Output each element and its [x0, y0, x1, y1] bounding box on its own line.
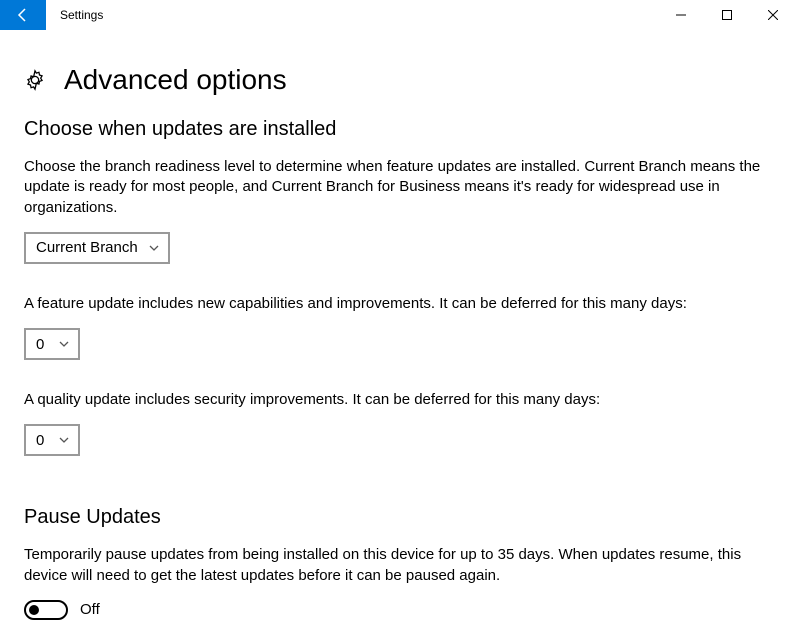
page-header: Advanced options	[24, 50, 772, 118]
maximize-icon	[722, 10, 732, 20]
chevron-down-icon	[58, 338, 70, 350]
content: Advanced options Choose when updates are…	[0, 30, 796, 620]
quality-days-value: 0	[36, 432, 48, 449]
section-pause: Pause Updates Temporarily pause updates …	[24, 506, 772, 620]
chevron-down-icon	[58, 434, 70, 446]
quality-defer-description: A quality update includes security impro…	[24, 390, 764, 410]
pause-toggle[interactable]	[24, 600, 68, 620]
chevron-down-icon	[148, 242, 160, 254]
pause-toggle-row: Off	[24, 600, 772, 620]
section-heading-pause: Pause Updates	[24, 506, 772, 529]
feature-defer-description: A feature update includes new capabiliti…	[24, 294, 764, 314]
feature-days-dropdown[interactable]: 0	[24, 328, 80, 360]
feature-days-value: 0	[36, 336, 48, 353]
gear-icon	[24, 69, 46, 91]
toggle-knob	[29, 605, 39, 615]
maximize-button[interactable]	[704, 0, 750, 30]
branch-dropdown-value: Current Branch	[36, 239, 138, 256]
close-icon	[768, 10, 778, 20]
section-heading-choose: Choose when updates are installed	[24, 118, 772, 141]
close-button[interactable]	[750, 0, 796, 30]
page-title: Advanced options	[64, 64, 287, 96]
minimize-button[interactable]	[658, 0, 704, 30]
titlebar: Settings	[0, 0, 796, 30]
branch-dropdown[interactable]: Current Branch	[24, 232, 170, 264]
pause-description: Temporarily pause updates from being ins…	[24, 545, 764, 586]
window-title: Settings	[46, 0, 103, 30]
branch-description: Choose the branch readiness level to det…	[24, 157, 764, 218]
minimize-icon	[676, 10, 686, 20]
window-controls	[658, 0, 796, 30]
back-button[interactable]	[0, 0, 46, 30]
titlebar-spacer	[103, 0, 658, 30]
pause-toggle-label: Off	[80, 601, 100, 618]
arrow-left-icon	[15, 7, 31, 23]
quality-days-dropdown[interactable]: 0	[24, 424, 80, 456]
